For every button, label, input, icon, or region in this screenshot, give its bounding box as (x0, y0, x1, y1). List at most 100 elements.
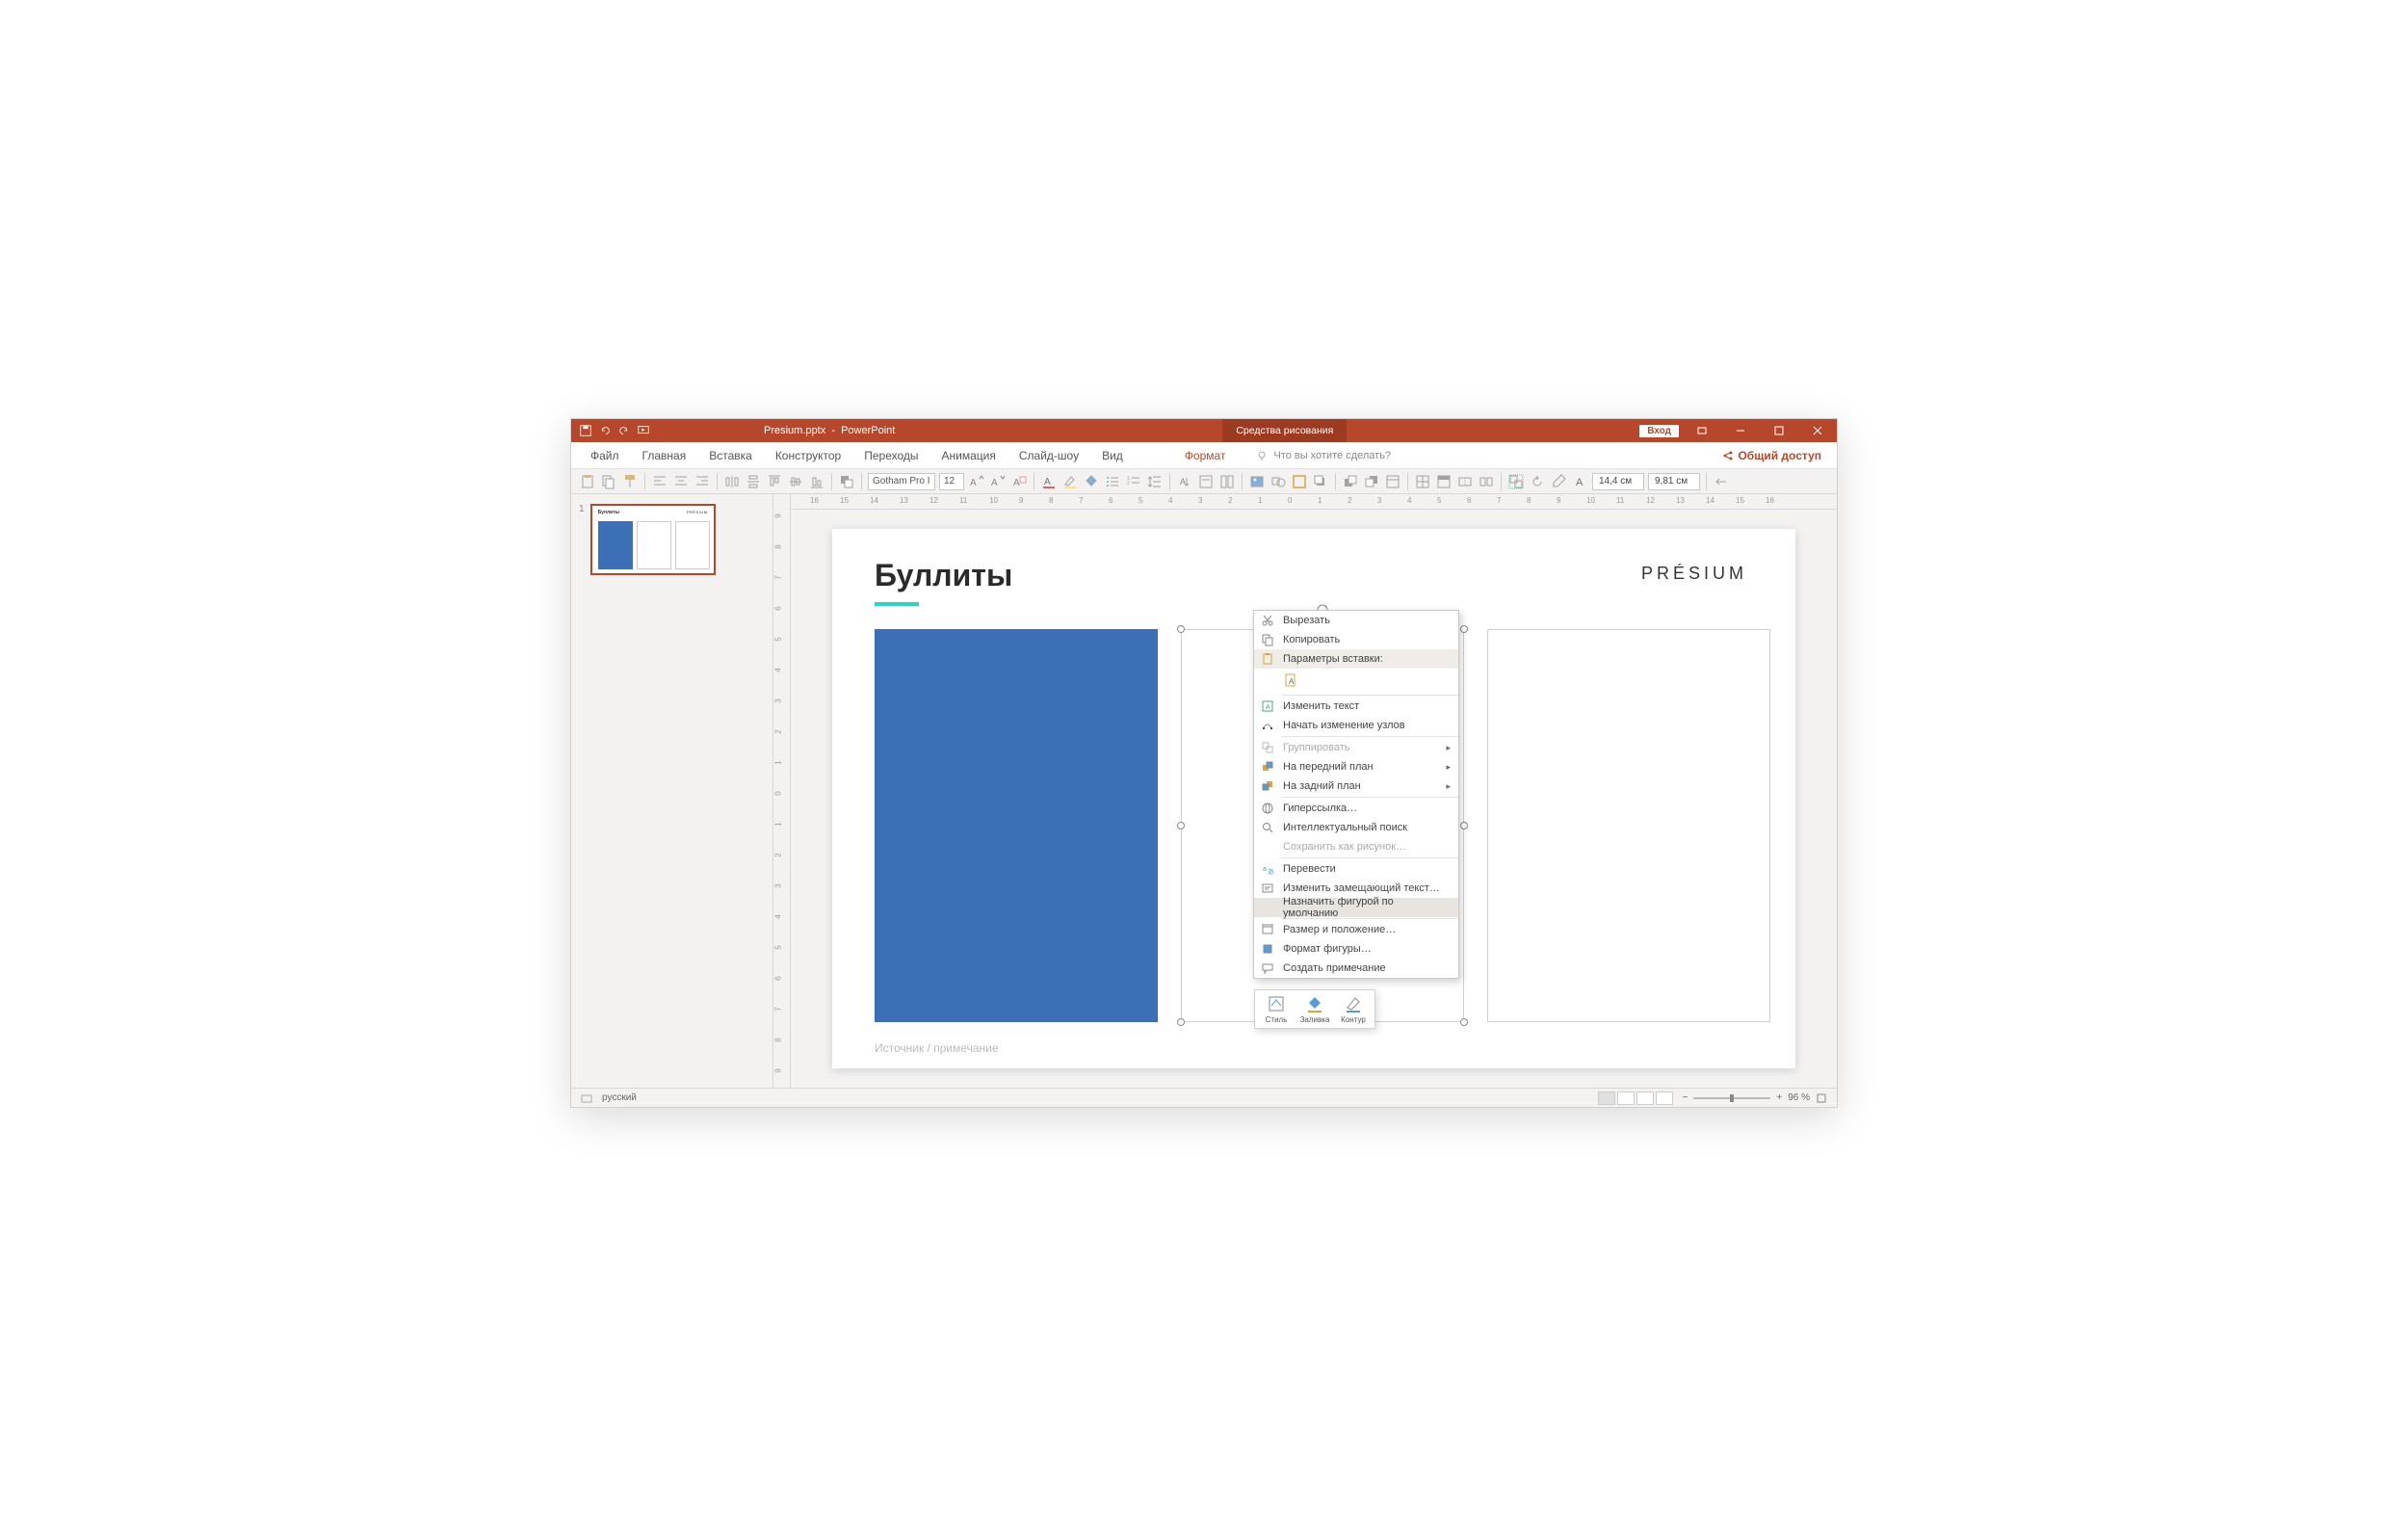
mt-outline[interactable]: Контур (1336, 994, 1371, 1024)
slide[interactable]: Буллиты PRÉSIUM (832, 529, 1795, 1068)
view-sorter[interactable] (1617, 1092, 1635, 1105)
text-direction-icon[interactable]: A (1176, 473, 1193, 490)
clear-format-icon[interactable]: A (1010, 473, 1028, 490)
send-backward-icon[interactable] (1363, 473, 1380, 490)
selection-pane-icon[interactable] (1384, 473, 1401, 490)
save-icon[interactable] (579, 424, 592, 437)
table-style-icon[interactable] (1435, 473, 1453, 490)
view-normal[interactable] (1598, 1092, 1615, 1105)
tab-animations[interactable]: Анимация (930, 442, 1008, 468)
format-painter-icon[interactable] (621, 473, 639, 490)
fit-window-icon[interactable] (1816, 1092, 1827, 1104)
tab-file[interactable]: Файл (579, 442, 631, 468)
zoom-value[interactable]: 96 % (1788, 1092, 1810, 1103)
cm-edit-points[interactable]: Начать изменение узлов (1254, 716, 1458, 735)
slide-thumbnail[interactable]: Буллиты PRÉSIUM (590, 504, 716, 575)
cm-bring-front[interactable]: На передний план▸ (1254, 757, 1458, 776)
contextual-tab-drawing-tools[interactable]: Средства рисования (1222, 419, 1347, 442)
slide-thumbnail-pane[interactable]: 1 Буллиты PRÉSIUM (571, 494, 773, 1088)
shapes-icon[interactable] (1269, 473, 1287, 490)
bring-forward-icon[interactable] (1342, 473, 1359, 490)
cm-copy[interactable]: Копировать (1254, 630, 1458, 649)
align-top-icon[interactable] (766, 473, 783, 490)
shape-rectangle-blue[interactable] (875, 629, 1158, 1022)
zoom-control[interactable]: − + 96 % (1683, 1092, 1827, 1104)
shape-outline-icon[interactable] (1291, 473, 1308, 490)
paste-icon[interactable] (579, 473, 596, 490)
align-center-icon[interactable] (672, 473, 690, 490)
spellcheck-icon[interactable] (581, 1092, 592, 1104)
columns-icon[interactable] (1218, 473, 1236, 490)
view-reading[interactable] (1636, 1092, 1654, 1105)
font-color-icon[interactable]: A (1040, 473, 1058, 490)
merge-cells-icon[interactable] (1456, 473, 1474, 490)
cm-cut[interactable]: Вырезать (1254, 611, 1458, 630)
shape-rectangle-outline[interactable] (1487, 629, 1770, 1022)
tab-view[interactable]: Вид (1090, 442, 1135, 468)
tab-home[interactable]: Главная (631, 442, 698, 468)
distribute-h-icon[interactable] (723, 473, 741, 490)
close-button[interactable] (1798, 419, 1837, 442)
arrange-icon[interactable] (838, 473, 855, 490)
zoom-out[interactable]: − (1683, 1092, 1688, 1103)
tab-insert[interactable]: Вставка (697, 442, 764, 468)
shape-effects-icon[interactable] (1312, 473, 1329, 490)
numbering-icon[interactable]: 12 (1125, 473, 1142, 490)
tab-format[interactable]: Формат (1173, 442, 1238, 468)
minimize-button[interactable] (1721, 419, 1760, 442)
shape-height-input[interactable]: 14,4 см (1592, 473, 1644, 490)
more-icon[interactable] (1713, 473, 1730, 490)
tab-slideshow[interactable]: Слайд-шоу (1008, 442, 1090, 468)
text-box-icon[interactable]: A (1571, 473, 1588, 490)
split-cells-icon[interactable] (1478, 473, 1495, 490)
shape-width-input[interactable]: 9,81 см (1648, 473, 1700, 490)
maximize-button[interactable] (1760, 419, 1798, 442)
ribbon-display-icon[interactable] (1683, 419, 1721, 442)
cm-paste-option[interactable]: A (1254, 669, 1458, 694)
tab-design[interactable]: Конструктор (764, 442, 852, 468)
edit-shape-icon[interactable] (1550, 473, 1567, 490)
increase-font-icon[interactable]: A (968, 473, 985, 490)
share-button[interactable]: Общий доступ (1714, 442, 1829, 468)
decrease-font-icon[interactable]: A (989, 473, 1007, 490)
redo-icon[interactable] (617, 424, 631, 437)
start-slideshow-icon[interactable] (637, 424, 650, 437)
cm-alt-text[interactable]: Изменить замещающий текст… (1254, 879, 1458, 898)
distribute-v-icon[interactable] (745, 473, 762, 490)
font-size-combo[interactable]: 12 (939, 473, 964, 490)
mt-style[interactable]: Стиль (1259, 994, 1294, 1024)
cm-translate[interactable]: aあПеревести (1254, 859, 1458, 879)
signin-button[interactable]: Вход (1639, 425, 1679, 437)
cm-hyperlink[interactable]: Гиперссылка… (1254, 799, 1458, 818)
align-middle-icon[interactable] (787, 473, 804, 490)
rotate-icon[interactable] (1529, 473, 1546, 490)
mt-fill[interactable]: Заливка (1297, 994, 1332, 1024)
tab-transitions[interactable]: Переходы (852, 442, 929, 468)
shape-fill-icon[interactable] (1083, 473, 1100, 490)
font-name-combo[interactable]: Gotham Pro I (868, 473, 935, 490)
align-text-icon[interactable] (1197, 473, 1215, 490)
cm-edit-text[interactable]: AИзменить текст (1254, 697, 1458, 716)
cm-set-default-shape[interactable]: Назначить фигурой по умолчанию (1254, 898, 1458, 917)
align-bottom-icon[interactable] (808, 473, 825, 490)
cm-smart-lookup[interactable]: Интеллектуальный поиск (1254, 818, 1458, 837)
align-left-icon[interactable] (651, 473, 668, 490)
slide-canvas[interactable]: Буллиты PRÉSIUM (791, 510, 1837, 1088)
bullets-icon[interactable] (1104, 473, 1121, 490)
tell-me-search[interactable]: Что вы хотите сделать? (1256, 442, 1391, 468)
status-language[interactable]: русский (602, 1092, 637, 1103)
copy-icon[interactable] (600, 473, 617, 490)
view-slideshow[interactable] (1656, 1092, 1673, 1105)
align-right-icon[interactable] (694, 473, 711, 490)
line-spacing-icon[interactable] (1146, 473, 1164, 490)
cm-format-shape[interactable]: Формат фигуры… (1254, 939, 1458, 959)
undo-icon[interactable] (598, 424, 612, 437)
cm-send-back[interactable]: На задний план▸ (1254, 776, 1458, 796)
picture-icon[interactable] (1248, 473, 1266, 490)
cm-new-comment[interactable]: Создать примечание (1254, 959, 1458, 978)
highlight-icon[interactable] (1061, 473, 1079, 490)
cm-size-position[interactable]: Размер и положение… (1254, 920, 1458, 939)
zoom-in[interactable]: + (1776, 1092, 1782, 1103)
table-icon[interactable] (1414, 473, 1431, 490)
group-icon[interactable] (1507, 473, 1525, 490)
